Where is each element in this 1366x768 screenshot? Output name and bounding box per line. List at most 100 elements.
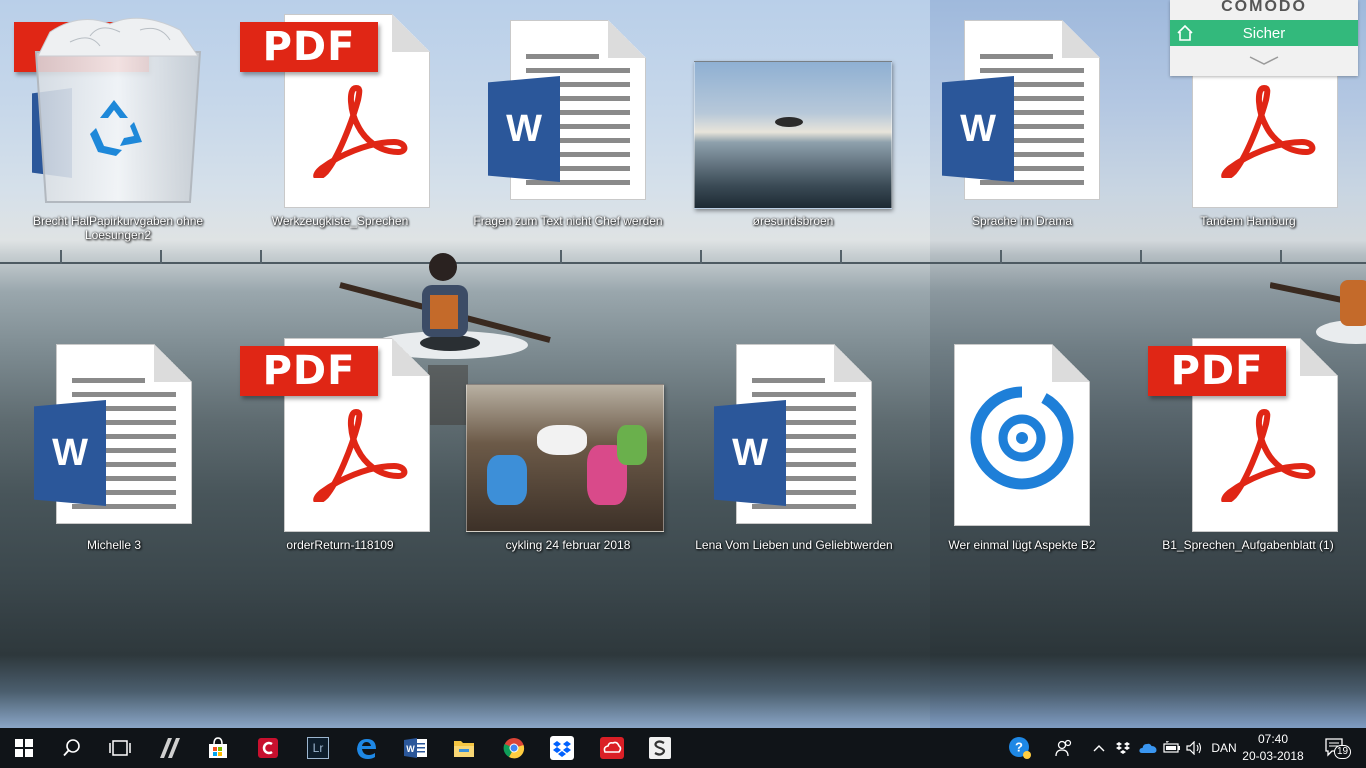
desktop-icon-word[interactable]: W Lena Vom Lieben und Geliebtwerden [695, 332, 893, 552]
acrobat-logo-icon [1221, 85, 1316, 178]
page-fold [1052, 344, 1090, 382]
start-button[interactable] [0, 728, 48, 768]
desktop-icon-photo[interactable]: cykling 24 februar 2018 [466, 332, 664, 552]
clock-date: 20-03-2018 [1242, 749, 1304, 763]
bridge-pylon [260, 250, 262, 264]
pdf-file-icon: PDF [240, 8, 430, 208]
store-icon [209, 737, 227, 758]
onedrive-tray-button[interactable] [1136, 728, 1160, 768]
app-s-icon [649, 737, 671, 759]
help-question-icon: ? [1009, 737, 1031, 759]
clock-time: 07:40 [1257, 732, 1289, 746]
icon-label: Brecht HalPapirkurvgaben ohne Loesungen2 [32, 214, 204, 242]
notification-count-badge: 19 [1334, 745, 1352, 759]
hp-icon [160, 738, 180, 758]
edge-icon [357, 739, 376, 759]
pdf-file-icon: PDF [1148, 332, 1338, 532]
word-logo-icon: W [488, 76, 560, 182]
app-s-button[interactable] [636, 728, 684, 768]
word-file-icon: W [704, 332, 884, 532]
comodo-brand: COMODO [1221, 0, 1307, 15]
comodo-icon [258, 738, 278, 758]
help-tray-button[interactable]: ? [1004, 728, 1036, 768]
word-file-icon: W [932, 8, 1112, 208]
speaker-volume-icon [1186, 741, 1202, 755]
creative-cloud-icon [600, 737, 624, 759]
icon-label: Werkzeugkiste_Sprechen [271, 214, 409, 228]
dropbox-app-button[interactable] [538, 728, 586, 768]
groove-music-icon [970, 386, 1074, 490]
word-app-button[interactable]: W [392, 728, 440, 768]
chrome-icon [503, 738, 525, 759]
start-icon [15, 739, 33, 757]
chevron-up-icon [1093, 745, 1105, 752]
desktop-icon-word[interactable]: W Fragen zum Text nicht Chef werden [473, 8, 663, 228]
hp-app-button[interactable] [146, 728, 194, 768]
desktop-icon-word[interactable]: W Michelle 3 [24, 332, 204, 552]
lightroom-app-button[interactable]: Lr [294, 728, 342, 768]
page-fold [1300, 338, 1338, 376]
icon-label: cykling 24 februar 2018 [505, 538, 631, 552]
chevron-down-icon [1249, 56, 1279, 65]
icon-label: orderReturn-118109 [286, 538, 394, 552]
icon-label: Tandem Hamburg [1200, 214, 1296, 228]
recycle-bin-thumbnail [14, 8, 208, 208]
task-view-icon [109, 740, 131, 756]
home-icon[interactable] [1176, 24, 1194, 42]
battery-charging-icon [1163, 741, 1180, 753]
icon-label: Fragen zum Text nicht Chef werden [473, 214, 663, 228]
language-indicator[interactable]: DAN [1208, 728, 1240, 768]
creative-cloud-app-button[interactable] [588, 728, 636, 768]
page-fold [392, 14, 430, 52]
kayak-photo-image [694, 61, 892, 209]
acrobat-logo-icon [1221, 409, 1316, 502]
desktop-icon-pdf[interactable]: PDF Werkzeugkiste_Sprechen [240, 8, 430, 228]
pdf-file-icon: PDF [240, 332, 430, 532]
dropbox-tray-icon [1116, 742, 1130, 754]
comodo-status-text: Sicher [1242, 24, 1286, 42]
battery-tray-button[interactable] [1160, 728, 1184, 768]
people-tray-button[interactable] [1050, 728, 1078, 768]
show-hidden-icons-button[interactable] [1088, 728, 1110, 768]
comodo-expand-button[interactable] [1170, 46, 1358, 76]
onedrive-cloud-icon [1139, 743, 1157, 753]
chrome-app-button[interactable] [490, 728, 538, 768]
dropbox-icon [550, 736, 574, 760]
icon-label: B1_Sprechen_Aufgabenblatt (1) [1162, 538, 1334, 552]
file-explorer-app-button[interactable] [440, 728, 488, 768]
dropbox-tray-button[interactable] [1112, 728, 1134, 768]
photo-thumbnail [466, 332, 664, 532]
pdf-banner: PDF [240, 346, 378, 396]
search-button[interactable] [48, 728, 96, 768]
clock[interactable]: 07:40 20-03-2018 [1240, 731, 1306, 765]
word-logo-icon: W [942, 76, 1014, 182]
store-app-button[interactable] [194, 728, 242, 768]
icon-label: øresundsbroen [752, 214, 834, 228]
svg-text:?: ? [1015, 740, 1023, 755]
svg-text:W: W [406, 744, 415, 754]
icon-label: Wer einmal lügt Aspekte B2 [948, 538, 1096, 552]
desktop-icon-pdf[interactable]: PDF B1_Sprechen_Aufgabenblatt (1) [1148, 332, 1338, 552]
acrobat-logo-icon [313, 409, 408, 502]
edge-app-button[interactable] [342, 728, 390, 768]
word-logo-icon: W [714, 400, 786, 506]
cycling-group-photo-image [466, 384, 664, 532]
page-fold [834, 344, 872, 382]
page-fold [154, 344, 192, 382]
task-view-button[interactable] [96, 728, 144, 768]
word-file-icon: W [24, 332, 204, 532]
bridge-pylon [60, 250, 62, 264]
desktop-icon-groove[interactable]: Wer einmal lügt Aspekte B2 [932, 332, 1112, 552]
desktop-icon-recycle-bin[interactable]: Brecht HalPapirkurvgaben ohne Loesungen2 [14, 8, 208, 242]
action-center-button[interactable]: 19 [1316, 728, 1356, 768]
volume-tray-button[interactable] [1184, 728, 1206, 768]
desktop-icon-pdf[interactable]: PDF orderReturn-118109 [240, 332, 430, 552]
desktop-icon-word[interactable]: W Sprache im Drama [932, 8, 1112, 228]
pdf-banner: PDF [240, 22, 378, 72]
desktop-icon-photo[interactable]: øresundsbroen [694, 8, 892, 228]
comodo-widget[interactable]: COMODO Sicher [1170, 0, 1358, 76]
search-icon [63, 739, 80, 757]
bridge-pylon [1140, 250, 1142, 264]
comodo-app-button[interactable] [244, 728, 292, 768]
comodo-status-bar[interactable]: Sicher [1170, 20, 1358, 46]
